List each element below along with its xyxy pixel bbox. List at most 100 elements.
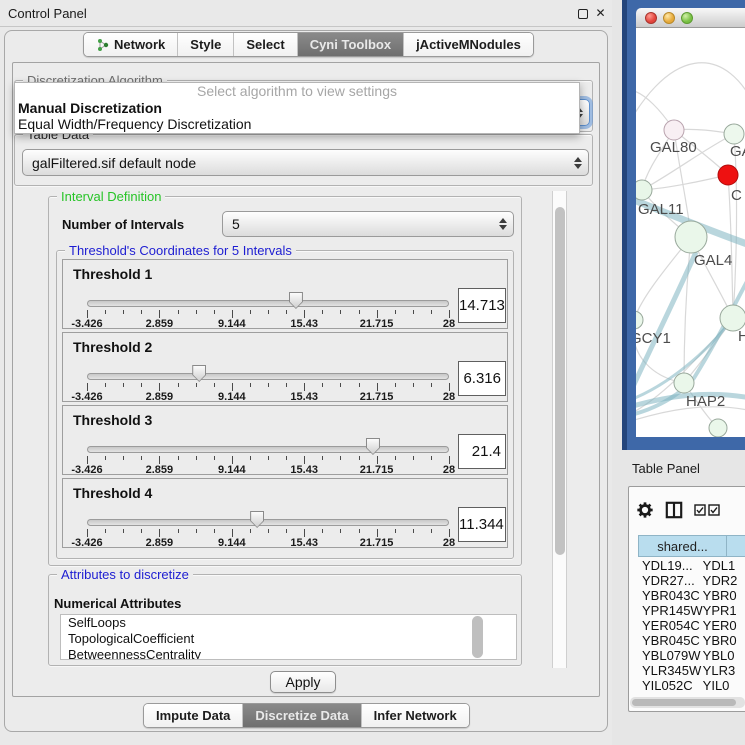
column-header-2[interactable]: na (727, 535, 745, 557)
cell-shared-name: YER054C (638, 618, 703, 633)
attribute-list-item[interactable]: TopologicalCoefficient (61, 631, 516, 647)
table-row[interactable]: YER054CYER0 (638, 618, 745, 633)
slider-ticks (87, 529, 449, 537)
network-node[interactable] (709, 419, 727, 437)
network-node[interactable] (636, 311, 643, 329)
table-row[interactable]: YIL052CYIL0 (638, 678, 745, 693)
table-header-row: shared...na (638, 535, 745, 557)
attributes-scrollbar[interactable] (472, 616, 483, 658)
tab-label: Select (246, 37, 284, 52)
network-node[interactable] (674, 373, 694, 393)
cell-name: YBR0 (703, 633, 745, 648)
cell-shared-name: YDR27... (638, 573, 703, 588)
network-node[interactable] (675, 221, 707, 253)
slider-ticks (87, 310, 449, 318)
threshold-slider[interactable]: -3.4262.8599.14415.4321.71528 (87, 442, 449, 474)
settings-scrollbar-track[interactable] (552, 191, 567, 668)
attribute-list-item[interactable]: SelfLoops (61, 615, 516, 631)
table-row[interactable]: YLR345WYLR3 (638, 663, 745, 678)
cell-shared-name: YBL079W (638, 648, 703, 663)
cell-name: YER0 (703, 618, 745, 633)
network-node-label: C (731, 187, 742, 204)
table-row[interactable]: YBL079WYBL0 (638, 648, 745, 663)
tab-infer-network[interactable]: Infer Network (362, 704, 469, 727)
table-row[interactable]: YDR27...YDR2 (638, 573, 745, 588)
cell-name: YDL1 (703, 558, 745, 573)
gear-icon[interactable] (636, 501, 654, 519)
slider-track[interactable] (87, 373, 449, 380)
slider-ticks (87, 383, 449, 391)
interval-definition-title: Interval Definition (57, 189, 165, 204)
network-node[interactable] (724, 124, 744, 144)
network-node-label: GAL11 (638, 201, 684, 218)
tab-discretize-data[interactable]: Discretize Data (243, 704, 361, 727)
tab-cyni-toolbox[interactable]: Cyni Toolbox (298, 33, 404, 56)
threshold-label: Threshold 2 (73, 339, 152, 355)
popup-item-equal-width-frequency[interactable]: Equal Width/Frequency Discretization (15, 116, 579, 132)
thresholds-title: Threshold's Coordinates for 5 Intervals (65, 243, 296, 258)
threshold-label: Threshold 4 (73, 485, 152, 501)
table-hscroll-thumb[interactable] (632, 699, 736, 706)
threshold-slider[interactable]: -3.4262.8599.14415.4321.71528 (87, 369, 449, 401)
table-row[interactable]: YBR043CYBR0 (638, 588, 745, 603)
threshold-slider[interactable]: -3.4262.8599.14415.4321.71528 (87, 296, 449, 328)
cyni-mode-tabbar: Impute Data Discretize Data Infer Network (143, 703, 470, 728)
network-node-label: GAL4 (694, 252, 732, 269)
network-node[interactable] (636, 180, 652, 200)
table-rows: YDL19...YDL1YDR27...YDR2YBR043CYBR0YPR14… (638, 558, 745, 694)
network-node-label: GAL80 (650, 139, 697, 156)
zoom-traffic-icon[interactable] (681, 12, 693, 24)
threshold-value-field[interactable]: 6.316 (458, 361, 506, 396)
tab-label: Style (190, 37, 221, 52)
popup-item-manual-discretization[interactable]: Manual Discretization (15, 100, 579, 116)
slider-track[interactable] (87, 446, 449, 453)
table-row[interactable]: YBR045CYBR0 (638, 633, 745, 648)
threshold-1-panel: Threshold 1-3.4262.8599.14415.4321.71528… (62, 259, 508, 329)
slider-tick-labels: -3.4262.8599.14415.4321.71528 (87, 537, 449, 549)
network-view-window: GAL80GACGAL11GAL4GCY1HHAP2 (622, 0, 745, 450)
table-horizontal-scrollbar[interactable] (630, 697, 745, 708)
tab-label: jActiveMNodules (416, 37, 521, 52)
tab-label: Discretize Data (255, 708, 348, 723)
number-of-intervals-combobox[interactable]: 5 (222, 211, 514, 237)
slider-track[interactable] (87, 519, 449, 526)
checkbox-icon[interactable] (708, 504, 720, 516)
cell-shared-name: YPR145W (638, 603, 703, 618)
apply-button[interactable]: Apply (270, 671, 336, 693)
checkbox-icon[interactable] (694, 504, 706, 516)
network-node[interactable] (718, 165, 738, 185)
minimize-traffic-icon[interactable] (663, 12, 675, 24)
number-of-intervals-label: Number of Intervals (62, 217, 184, 232)
combo-stepper-icon (574, 157, 582, 169)
numerical-attributes-list[interactable]: SelfLoopsTopologicalCoefficientBetweenne… (60, 614, 517, 660)
close-icon[interactable]: ✕ (594, 7, 607, 20)
threshold-slider[interactable]: -3.4262.8599.14415.4321.71528 (87, 515, 449, 547)
column-view-icon[interactable] (665, 501, 683, 519)
settings-scrollbar-thumb[interactable] (555, 207, 565, 555)
cell-name: YDR2 (703, 573, 745, 588)
table-row[interactable]: YDL19...YDL1 (638, 558, 745, 573)
slider-track[interactable] (87, 300, 449, 307)
network-window-titlebar[interactable] (636, 8, 745, 28)
attribute-list-item[interactable]: BetweennessCentrality (61, 647, 516, 660)
column-header-1[interactable]: shared... (638, 535, 727, 557)
tab-jactivemnodules[interactable]: jActiveMNodules (404, 33, 533, 56)
threshold-value-field[interactable]: 21.4 (458, 434, 506, 469)
float-window-icon[interactable] (578, 9, 588, 19)
threshold-value-field[interactable]: 14.713 (458, 288, 506, 323)
table-row[interactable]: YPR145WYPR1 (638, 603, 745, 618)
table-data-combobox[interactable]: galFiltered.sif default node (22, 149, 589, 176)
network-node[interactable] (664, 120, 684, 140)
threshold-value-field[interactable]: 11.344 (458, 507, 506, 542)
tab-network[interactable]: Network (84, 33, 178, 56)
tab-impute-data[interactable]: Impute Data (144, 704, 243, 727)
cell-name: YBR0 (703, 588, 745, 603)
tab-label: Network (114, 37, 165, 52)
cell-name: YBL0 (703, 648, 745, 663)
tab-select[interactable]: Select (234, 33, 297, 56)
cell-shared-name: YIL052C (638, 678, 703, 693)
close-traffic-icon[interactable] (645, 12, 657, 24)
tab-style[interactable]: Style (178, 33, 234, 56)
network-icon (96, 38, 109, 52)
network-canvas[interactable]: GAL80GACGAL11GAL4GCY1HHAP2 (636, 28, 745, 437)
